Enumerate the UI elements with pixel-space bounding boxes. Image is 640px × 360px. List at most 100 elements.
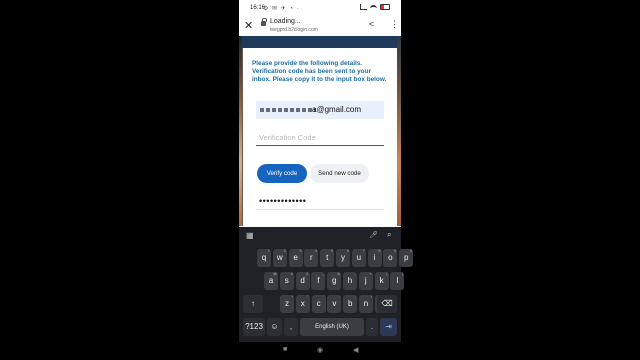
home-icon[interactable]: ◉ (317, 346, 323, 354)
key-c[interactable]: c ' (311, 294, 326, 313)
share-icon[interactable]: < (369, 19, 374, 29)
key-u[interactable]: u7 (351, 248, 366, 267)
key-g-label: g (331, 276, 337, 285)
key-f-label: f (317, 276, 320, 285)
key-k-hint: ( (386, 271, 388, 276)
instructions-message: Please provide the following details. Ve… (252, 60, 387, 84)
key-n[interactable]: n! (359, 294, 373, 313)
key-s-label: s (284, 276, 289, 285)
status-bar: 16:16 ⚙ ✉ ✈ ◔ · (239, 0, 401, 16)
key-r[interactable]: r4 (304, 248, 319, 267)
key-o-hint: 9 (394, 248, 397, 253)
shift-key-label: ↑ (251, 299, 255, 308)
search-icon[interactable]: ⌕ (387, 230, 391, 240)
key-h-label: h (347, 276, 353, 285)
lock-icon[interactable] (261, 18, 267, 26)
password-field[interactable]: ••••••••••••• (256, 196, 384, 210)
key-l-hint: ) (402, 271, 404, 276)
key-n-label: n (363, 299, 369, 308)
page-title: Loading... (270, 18, 301, 25)
backspace-key-label: ⌫ (381, 299, 393, 308)
key-i-hint: 8 (378, 248, 381, 253)
key-c-hint: ' (323, 294, 325, 299)
key-r-label: r (310, 253, 313, 262)
key-v[interactable]: v: (327, 294, 342, 313)
key-u-hint: 7 (362, 248, 365, 253)
key-b[interactable]: b; (343, 294, 358, 313)
key-q[interactable]: q1 (257, 248, 271, 267)
key-d-label: d (300, 276, 305, 285)
key-o-label: o (388, 253, 393, 262)
key-j-hint: + (369, 271, 372, 276)
signal-icon (360, 4, 367, 10)
key-h[interactable]: h- (343, 271, 357, 290)
key-d[interactable]: d £ (295, 271, 310, 290)
browser-url-bar: ✕ Loading... teegprd.b2clogin.com < ⋮ (239, 16, 401, 36)
key-w-hint: 2 (283, 248, 286, 253)
microphone-icon[interactable]: 🎤︎ (369, 231, 378, 239)
key-q-label: q (261, 253, 267, 262)
key-i[interactable]: i8 (367, 248, 382, 267)
key-z-hint: * (291, 294, 293, 299)
numbers-key[interactable]: ?123 (243, 318, 265, 336)
key-l[interactable]: l) (390, 271, 405, 290)
key-e[interactable]: e3 (288, 248, 303, 267)
key-t-label: t (326, 253, 329, 262)
send-new-code-button[interactable]: Send new code (310, 164, 369, 183)
key-e-hint: 3 (299, 248, 302, 253)
space-key-label: English (UK) (315, 324, 349, 330)
email-value: a@gmail.com (312, 105, 362, 114)
period-key-label: . (370, 322, 374, 331)
key-o[interactable]: o9 (383, 248, 398, 267)
key-w-label: w (276, 253, 283, 262)
page-url[interactable]: teegprd.b2clogin.com (270, 27, 318, 33)
period-key[interactable]: . (366, 318, 378, 336)
key-v-hint: : (339, 294, 341, 299)
verification-code-input[interactable] (256, 130, 384, 146)
key-j[interactable]: j + (358, 271, 373, 290)
key-s[interactable]: s # (279, 271, 294, 290)
key-y-label: y (341, 253, 345, 262)
key-e-label: e (293, 253, 298, 262)
key-t[interactable]: t5 (320, 248, 335, 267)
email-field[interactable]: a@gmail.com (256, 101, 384, 119)
key-k[interactable]: k( (374, 271, 389, 290)
apps-grid-icon[interactable]: ▦ (246, 231, 254, 240)
battery-icon (380, 4, 390, 10)
key-f[interactable]: f _ (311, 271, 326, 290)
close-icon[interactable]: ✕ (244, 19, 253, 32)
back-icon[interactable]: ◀ (353, 346, 358, 354)
soft-keyboard: ▦ 🎤︎ ⌕ q 1 w 2 e 3 r 4 t 5 y 6 u 7 i 8 o 9 p 0 a @ s # d £ f _ g & h - j… (239, 227, 414, 342)
verify-code-button[interactable]: Verify code (257, 164, 307, 183)
key-y[interactable]: y6 (336, 248, 350, 267)
key-h-hint: - (354, 271, 356, 276)
key-p-hint: 0 (409, 248, 413, 253)
more-options-icon[interactable]: ⋮ (390, 19, 399, 30)
key-k-label: k (379, 276, 384, 285)
backspace-key[interactable]: ⌫ (377, 295, 397, 313)
key-a[interactable]: a @ (264, 271, 278, 290)
page-header-band (239, 36, 401, 48)
comma-key[interactable]: , (284, 318, 298, 336)
key-p[interactable]: p0 (399, 248, 414, 267)
key-y-hint: 6 (346, 248, 349, 253)
key-v-label: v (332, 299, 337, 308)
notification-icons: ⚙ ✉ ✈ ◔ · (263, 6, 300, 12)
key-n-hint: ! (370, 294, 372, 299)
shift-key[interactable]: ↑ (243, 295, 263, 313)
recents-icon[interactable]: ■ (283, 346, 287, 353)
comma-key-label: , (289, 322, 293, 331)
key-g[interactable]: g & (327, 271, 342, 290)
key-d-hint: £ (306, 271, 309, 276)
key-z[interactable]: z * (280, 294, 294, 313)
space-key[interactable]: English (UK) (300, 318, 364, 336)
emoji-key[interactable]: ☺ (267, 318, 282, 336)
numbers-key-label: ?123 (245, 322, 263, 331)
key-x[interactable]: x " (295, 294, 310, 313)
enter-key[interactable]: ⇥ (380, 318, 397, 336)
key-w[interactable]: w2 (272, 248, 287, 267)
key-b-label: b (347, 299, 353, 308)
key-u-label: u (356, 253, 362, 262)
key-p-label: p (403, 253, 409, 262)
key-g-hint: & (337, 271, 341, 276)
